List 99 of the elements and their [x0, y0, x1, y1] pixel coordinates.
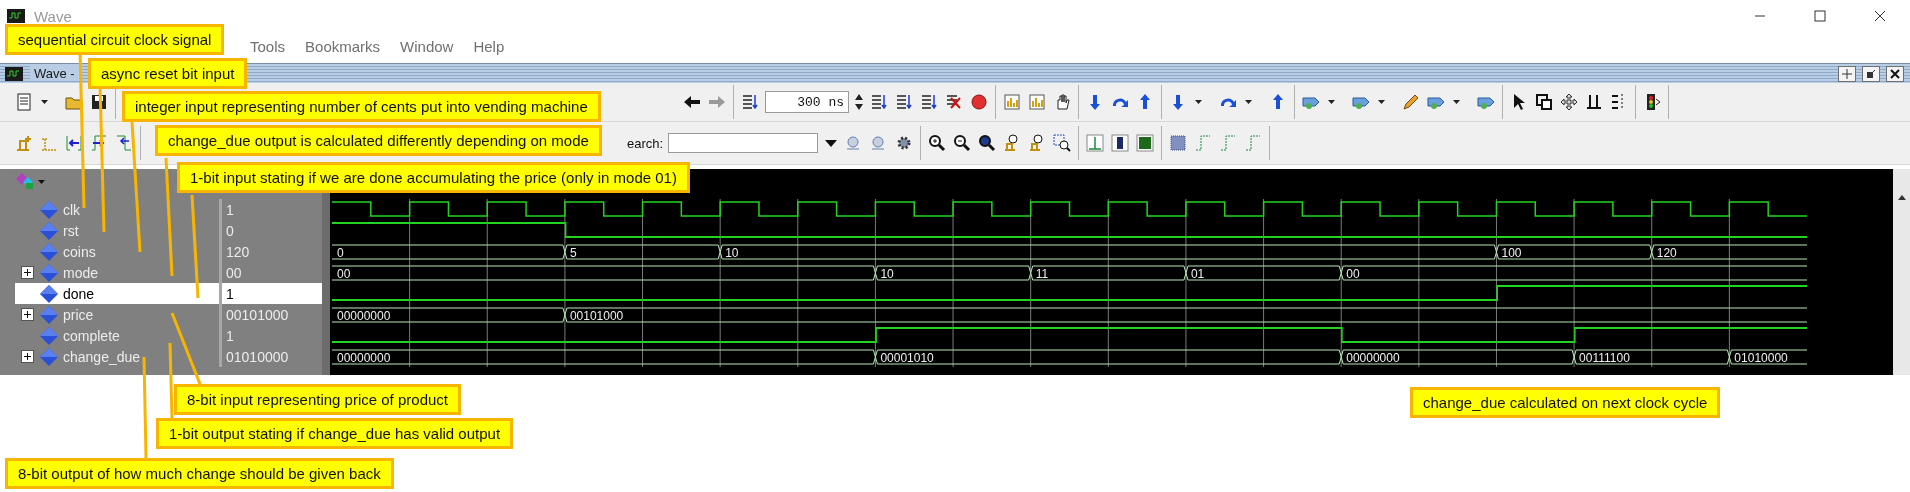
zoom-in-icon[interactable]: [927, 133, 948, 153]
undock-button[interactable]: [1862, 65, 1880, 82]
step-icon[interactable]: [114, 133, 134, 153]
chart-icon[interactable]: [1002, 92, 1022, 112]
scrollbar[interactable]: [1893, 169, 1910, 193]
signal-name[interactable]: price: [63, 306, 94, 323]
signal-name[interactable]: complete: [63, 327, 120, 344]
signal-name[interactable]: coins: [63, 243, 96, 260]
signal-name[interactable]: change_due: [63, 348, 141, 365]
bars-icon[interactable]: [1584, 92, 1604, 112]
bus-value: 100: [1501, 246, 1522, 260]
signal-value: 1: [225, 327, 235, 344]
list-icon[interactable]: [919, 92, 939, 112]
time-field[interactable]: 300 ns: [765, 91, 849, 113]
up-arrow-icon[interactable]: [1896, 193, 1907, 203]
record-icon[interactable]: [969, 92, 989, 112]
bus-value: 01: [1190, 267, 1205, 281]
menu-item[interactable]: Bookmarks: [305, 37, 381, 55]
block-icon[interactable]: [1135, 133, 1156, 153]
menu-item[interactable]: Help: [473, 37, 505, 55]
marker-icon[interactable]: [14, 133, 34, 153]
diamond-icon: [39, 241, 59, 262]
close-icon: [1890, 68, 1900, 79]
bus-value: 00: [1346, 267, 1360, 281]
dotted-grid-icon[interactable]: [1168, 133, 1189, 153]
callout: 1-bit output stating if change_due has valid output: [156, 418, 514, 449]
boxes-icon[interactable]: [1534, 92, 1554, 112]
bus-value: 00: [337, 267, 351, 281]
spinner-icon[interactable]: [854, 92, 864, 112]
bus-value: 00101000: [569, 309, 624, 323]
diamonds-icon[interactable]: [14, 171, 48, 191]
signal-value: 00101000: [225, 306, 290, 323]
diamond-icon: [39, 283, 59, 304]
menu-item[interactable]: Tools: [250, 37, 286, 55]
callout: change_due calculated on next clock cycle: [1410, 387, 1721, 418]
menu-item[interactable]: Window: [400, 37, 454, 55]
search-label: earch:: [627, 135, 664, 151]
zoom-out-icon[interactable]: [952, 133, 973, 153]
expand-icon[interactable]: [20, 308, 34, 321]
list-icon[interactable]: [894, 92, 914, 112]
scrollbar[interactable]: [1893, 193, 1910, 375]
list-icon[interactable]: [869, 92, 889, 112]
list-icon[interactable]: [740, 92, 760, 112]
bus-value: 00001010: [880, 351, 934, 365]
signal-value: 0: [225, 222, 235, 239]
signal-value: 1: [225, 285, 235, 302]
document-icon[interactable]: [14, 92, 34, 112]
maximize-icon: [1814, 10, 1826, 22]
undock-icon: [1866, 68, 1876, 79]
jump-left-icon[interactable]: [64, 133, 84, 153]
signal-name[interactable]: rst: [63, 222, 79, 239]
signal-value: 00: [225, 264, 243, 281]
callout: 8-bit input representing price of product: [174, 384, 461, 415]
callout: 1-bit input stating if we are done accumulating the price (only in mode 01): [177, 162, 690, 193]
bus-value: 5: [569, 246, 577, 260]
callout: 8-bit output of how much change should be given back: [5, 458, 394, 489]
zoom-full-icon[interactable]: [977, 133, 998, 153]
bus-value: 00111100: [1579, 351, 1630, 365]
callout: integer input representing number of cents put into vending machine: [122, 91, 601, 122]
diamond-icon: [39, 220, 59, 241]
signal-value: 01010000: [225, 348, 290, 365]
bus-value: 10: [880, 267, 894, 281]
diamond-icon: [39, 199, 59, 220]
bus-value: 00000000: [337, 351, 391, 365]
bus-value: 00000000: [337, 309, 391, 323]
move-icon[interactable]: [1559, 92, 1579, 112]
bus-value: 10: [725, 246, 739, 260]
chart-icon[interactable]: [1027, 92, 1047, 112]
diamond-icon: [39, 325, 59, 346]
bus-value: 00000000: [1346, 351, 1400, 365]
callout: async reset bit input: [88, 58, 248, 89]
app-icon[interactable]: [6, 6, 26, 26]
callout: sequential circuit clock signal: [5, 24, 225, 55]
dock-button[interactable]: [1838, 65, 1856, 82]
signal-name[interactable]: clk: [63, 201, 81, 218]
search-field[interactable]: [668, 133, 819, 153]
bus-value: 120: [1656, 246, 1677, 260]
signal-name[interactable]: done: [63, 285, 95, 302]
zoom-select-icon[interactable]: [1052, 133, 1073, 153]
signal-name[interactable]: mode: [63, 264, 99, 281]
close-button[interactable]: [1886, 65, 1904, 82]
bus-value: 01010000: [1734, 351, 1788, 365]
bus-value: 0: [337, 246, 344, 260]
jump-right-icon[interactable]: [89, 133, 109, 153]
window-title: Wave: [34, 7, 73, 25]
diamond-icon: [39, 346, 59, 367]
signal-value: 120: [225, 243, 251, 260]
panel-title: Wave -: [30, 66, 79, 81]
pencil-icon[interactable]: [1401, 92, 1421, 112]
close-icon: [1874, 10, 1886, 22]
plus-icon: [1842, 68, 1852, 79]
diamond-icon: [39, 304, 59, 325]
callout: change_due output is calculated differently depending on mode: [155, 125, 602, 156]
bar-icon[interactable]: [1110, 133, 1131, 153]
bus-value: 11: [1035, 267, 1049, 281]
diamond-icon: [39, 262, 59, 283]
expand-icon[interactable]: [20, 266, 34, 279]
expand-icon[interactable]: [20, 350, 34, 363]
signal-value: 1: [225, 201, 235, 218]
